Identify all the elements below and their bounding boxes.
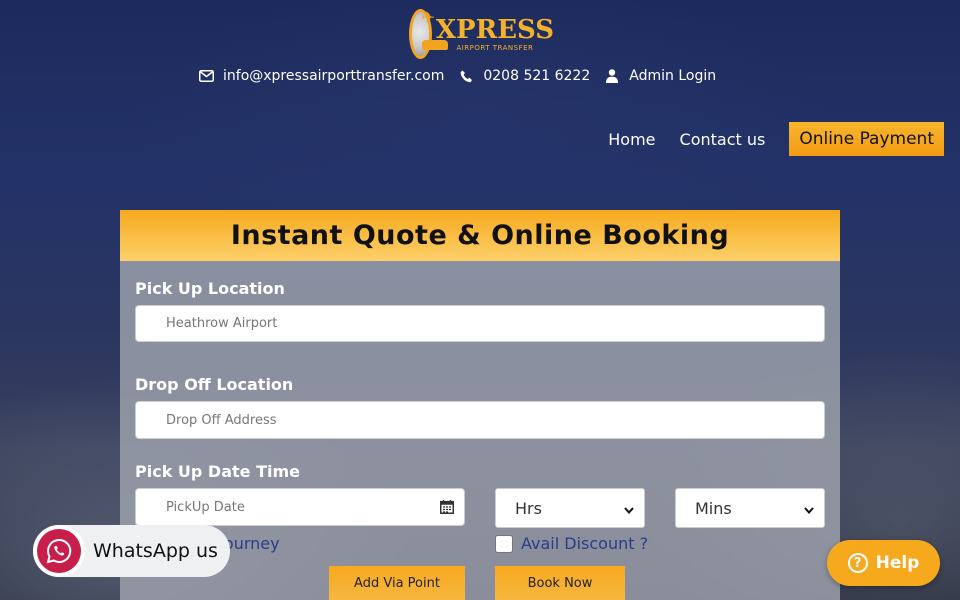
chevron-down-icon — [804, 499, 814, 518]
dropoff-label: Drop Off Location — [135, 375, 294, 394]
pickup-label: Pick Up Location — [135, 279, 285, 298]
help-button[interactable]: ? Help — [827, 540, 940, 586]
hours-value: Hrs — [515, 498, 542, 518]
site-logo[interactable]: ✈ XPRESS AIRPORT TRANSFER — [409, 7, 554, 61]
envelope-icon — [198, 70, 214, 82]
email-text: info@xpressairporttransfer.com — [223, 68, 445, 84]
calendar-icon[interactable] — [440, 500, 454, 514]
nav-online-payment[interactable]: Online Payment — [789, 122, 944, 156]
car-icon — [422, 40, 448, 50]
pickup-date-input[interactable]: PickUp Date — [135, 488, 465, 526]
form-title: Instant Quote & Online Booking — [120, 210, 840, 261]
book-now-button[interactable]: Book Now — [495, 566, 625, 600]
whatsapp-icon — [33, 525, 85, 577]
logo-emblem: ✈ — [409, 8, 448, 59]
datetime-label: Pick Up Date Time — [135, 462, 300, 481]
chevron-down-icon — [624, 499, 634, 518]
email-link[interactable]: info@xpressairporttransfer.com — [198, 68, 444, 84]
minutes-value: Mins — [695, 498, 732, 518]
logo-tagline: AIRPORT TRANSFER — [456, 43, 534, 52]
user-icon — [604, 69, 620, 83]
pickup-input[interactable]: Heathrow Airport — [135, 305, 825, 342]
dropoff-input[interactable]: Drop Off Address — [135, 401, 825, 439]
question-icon: ? — [847, 553, 868, 573]
pickup-date-placeholder: PickUp Date — [166, 499, 245, 515]
add-via-point-button[interactable]: Add Via Point — [329, 566, 465, 600]
phone-text: 0208 521 6222 — [483, 68, 591, 84]
nav-home[interactable]: Home — [608, 130, 655, 149]
admin-login-link[interactable]: Admin Login — [604, 68, 716, 84]
help-label: Help — [875, 553, 920, 573]
phone-link[interactable]: 0208 521 6222 — [458, 68, 590, 84]
contact-bar: info@xpressairporttransfer.com 0208 521 … — [198, 66, 730, 86]
whatsapp-label: WhatsApp us — [93, 540, 218, 562]
hours-select[interactable]: Hrs — [495, 488, 645, 528]
logo-wordmark: XPRESS — [435, 14, 554, 45]
minutes-select[interactable]: Mins — [675, 488, 825, 528]
admin-login-text: Admin Login — [629, 68, 717, 84]
avail-discount-option[interactable]: Avail Discount ? — [495, 534, 648, 553]
whatsapp-widget[interactable]: WhatsApp us — [33, 525, 230, 577]
avail-discount-checkbox[interactable] — [495, 534, 513, 553]
avail-discount-label: Avail Discount ? — [521, 534, 649, 553]
plane-icon: ✈ — [421, 8, 435, 27]
main-nav: Home Contact us Online Payment — [608, 122, 944, 156]
nav-contact[interactable]: Contact us — [680, 130, 766, 149]
phone-icon — [458, 70, 474, 83]
